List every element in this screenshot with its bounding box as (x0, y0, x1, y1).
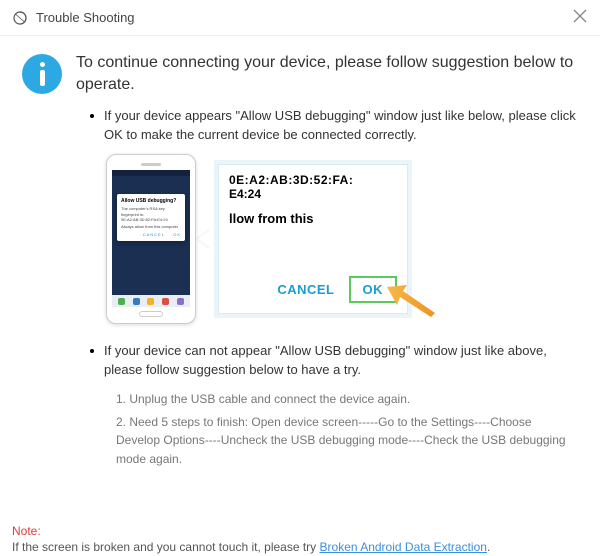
mockup-row: Allow USB debugging? The computer's RSA … (106, 154, 578, 324)
step-1: 1. Unplug the USB cable and connect the … (116, 390, 578, 409)
note-tail: . (487, 540, 490, 554)
zoom-dialog: 0E:A2:AB:3D:52:FA: E4:24 llow from this … (218, 164, 408, 314)
phone-dialog-body: The computer's RSA key fingerprint is: 0… (121, 206, 181, 222)
note-label: Note: (12, 524, 41, 538)
phone-dialog-check: Always allow from this computer (121, 224, 181, 229)
zoom-cancel-button: CANCEL (277, 282, 334, 297)
phone-ok: OK (173, 232, 181, 237)
phone-dialog: Allow USB debugging? The computer's RSA … (117, 194, 185, 241)
bullet-dot (90, 349, 94, 353)
zoom-fingerprint-line1: 0E:A2:AB:3D:52:FA: (229, 173, 397, 187)
note-text: If the screen is broken and you cannot t… (12, 540, 320, 554)
titlebar: Trouble Shooting (0, 0, 600, 36)
arrow-icon (385, 279, 437, 317)
broken-android-link[interactable]: Broken Android Data Extraction (320, 540, 487, 554)
zoom-fingerprint-line2: E4:24 (229, 187, 397, 201)
bullet1-text: If your device appears "Allow USB debugg… (104, 107, 578, 145)
section-2: If your device can not appear "Allow USB… (90, 342, 578, 468)
bullet-dot (90, 114, 94, 118)
bullet2-text: If your device can not appear "Allow USB… (104, 342, 578, 380)
close-button[interactable] (572, 8, 588, 27)
callout-pointer (198, 229, 212, 249)
app-icon (12, 10, 28, 26)
phone-cancel: CANCEL (143, 232, 165, 237)
steps-list: 1. Unplug the USB cable and connect the … (116, 390, 578, 468)
section-1: If your device appears "Allow USB debugg… (90, 107, 578, 325)
footer-note: Note: If the screen is broken and you ca… (12, 523, 588, 556)
heading-row: To continue connecting your device, plea… (22, 52, 578, 97)
info-icon (22, 54, 62, 94)
step-2: 2. Need 5 steps to finish: Open device s… (116, 413, 578, 469)
phone-mockup: Allow USB debugging? The computer's RSA … (106, 154, 196, 324)
zoom-allow-text: llow from this (229, 211, 397, 228)
window-title: Trouble Shooting (36, 10, 572, 25)
heading-text: To continue connecting your device, plea… (76, 52, 578, 97)
phone-dialog-title: Allow USB debugging? (121, 198, 181, 204)
content: To continue connecting your device, plea… (0, 36, 600, 497)
